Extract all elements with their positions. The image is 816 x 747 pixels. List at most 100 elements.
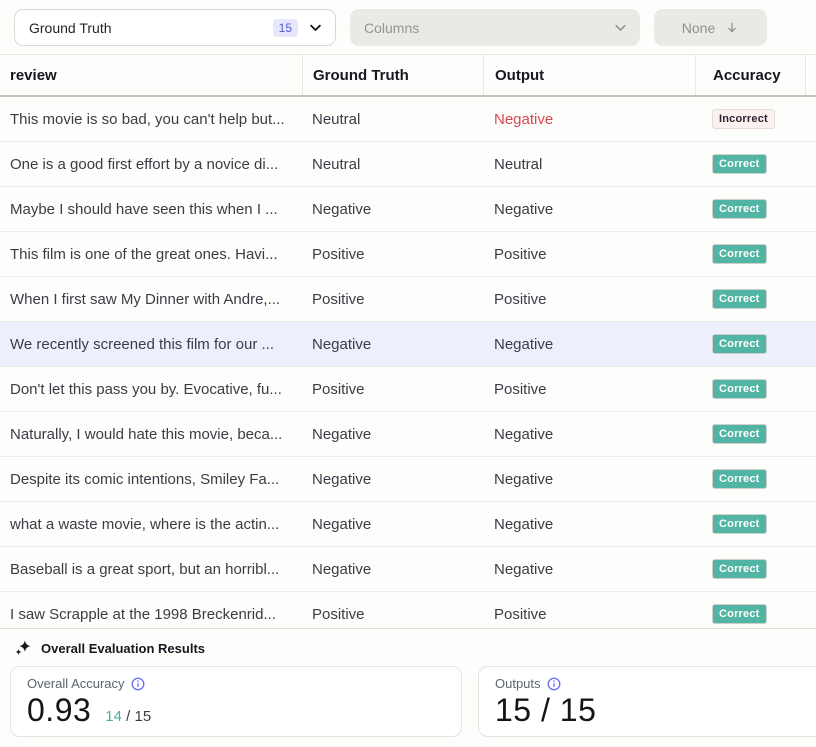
dataset-select-value: Ground Truth: [29, 20, 273, 36]
table-row[interactable]: Don't let this pass you by. Evocative, f…: [0, 367, 816, 412]
table-row[interactable]: We recently screened this film for our .…: [0, 322, 816, 367]
accuracy-badge: Correct: [712, 154, 767, 174]
output-cell: Positive: [483, 606, 695, 623]
overall-accuracy-fraction: 14 / 15: [105, 708, 151, 725]
output-cell: Positive: [483, 381, 695, 398]
accuracy-badge: Correct: [712, 244, 767, 264]
table-row[interactable]: This movie is so bad, you can't help but…: [0, 97, 816, 142]
sparkles-icon: [14, 639, 32, 657]
accuracy-cell: Correct: [695, 379, 816, 399]
toolbar: Ground Truth 15 Columns None: [0, 0, 816, 54]
output-cell: Negative: [483, 471, 695, 488]
review-cell: I saw Scrapple at the 1998 Breckenrid...: [0, 606, 302, 623]
accuracy-badge: Correct: [712, 334, 767, 354]
ground-truth-cell: Neutral: [302, 156, 483, 173]
ground-truth-cell: Positive: [302, 291, 483, 308]
accuracy-badge: Correct: [712, 199, 767, 219]
column-header-review: review: [0, 55, 302, 95]
ground-truth-cell: Negative: [302, 471, 483, 488]
review-cell: We recently screened this film for our .…: [0, 336, 302, 353]
accuracy-badge: Correct: [712, 424, 767, 444]
review-cell: what a waste movie, where is the actin..…: [0, 516, 302, 533]
overall-results-title-row: Overall Evaluation Results: [0, 629, 816, 657]
outputs-card: Outputs 15 / 15: [478, 666, 816, 737]
ground-truth-cell: Negative: [302, 516, 483, 533]
sort-button[interactable]: None: [654, 9, 767, 46]
overall-accuracy-value: 0.93: [27, 692, 91, 729]
output-cell: Negative: [483, 111, 695, 128]
output-cell: Positive: [483, 291, 695, 308]
accuracy-cell: Correct: [695, 424, 816, 444]
output-cell: Neutral: [483, 156, 695, 173]
info-icon[interactable]: [131, 677, 145, 691]
review-cell: Don't let this pass you by. Evocative, f…: [0, 381, 302, 398]
outputs-value: 15 / 15: [495, 692, 596, 729]
output-cell: Negative: [483, 426, 695, 443]
columns-select-placeholder: Columns: [364, 20, 613, 36]
review-cell: This movie is so bad, you can't help but…: [0, 111, 302, 128]
overall-results-panel: Overall Evaluation Results Overall Accur…: [0, 628, 816, 747]
ground-truth-cell: Negative: [302, 201, 483, 218]
info-icon[interactable]: [547, 677, 561, 691]
overall-results-title: Overall Evaluation Results: [41, 641, 205, 656]
table-body: This movie is so bad, you can't help but…: [0, 97, 816, 628]
table-row[interactable]: what a waste movie, where is the actin..…: [0, 502, 816, 547]
table-row[interactable]: I saw Scrapple at the 1998 Breckenrid...…: [0, 592, 816, 628]
table-row[interactable]: Baseball is a great sport, but an horrib…: [0, 547, 816, 592]
review-cell: Naturally, I would hate this movie, beca…: [0, 426, 302, 443]
output-cell: Negative: [483, 561, 695, 578]
review-cell: Baseball is a great sport, but an horrib…: [0, 561, 302, 578]
table-row[interactable]: Despite its comic intentions, Smiley Fa.…: [0, 457, 816, 502]
ground-truth-cell: Negative: [302, 561, 483, 578]
dataset-select[interactable]: Ground Truth 15: [14, 9, 336, 46]
review-cell: One is a good first effort by a novice d…: [0, 156, 302, 173]
columns-select[interactable]: Columns: [350, 9, 640, 46]
accuracy-cell: Correct: [695, 154, 816, 174]
arrow-down-icon: [725, 21, 739, 35]
accuracy-badge: Correct: [712, 469, 767, 489]
column-header-output: Output: [483, 55, 695, 95]
output-cell: Negative: [483, 336, 695, 353]
output-cell: Negative: [483, 201, 695, 218]
table-row[interactable]: When I first saw My Dinner with Andre,..…: [0, 277, 816, 322]
accuracy-cell: Correct: [695, 514, 816, 534]
accuracy-badge: Correct: [712, 604, 767, 624]
accuracy-badge: Correct: [712, 379, 767, 399]
ground-truth-cell: Positive: [302, 381, 483, 398]
accuracy-cell: Correct: [695, 559, 816, 579]
metric-cards: Overall Accuracy 0.93 14 / 15 Outputs 15…: [0, 657, 816, 737]
overall-accuracy-label: Overall Accuracy: [27, 676, 125, 691]
ground-truth-cell: Positive: [302, 606, 483, 623]
accuracy-cell: Correct: [695, 604, 816, 624]
accuracy-cell: Correct: [695, 334, 816, 354]
header-gutter: [805, 55, 816, 95]
accuracy-badge: Correct: [712, 559, 767, 579]
chevron-down-icon: [308, 20, 323, 35]
outputs-label: Outputs: [495, 676, 541, 691]
review-cell: When I first saw My Dinner with Andre,..…: [0, 291, 302, 308]
accuracy-badge: Correct: [712, 289, 767, 309]
ground-truth-cell: Negative: [302, 426, 483, 443]
chevron-down-icon: [613, 20, 628, 35]
review-cell: Despite its comic intentions, Smiley Fa.…: [0, 471, 302, 488]
table-row[interactable]: This film is one of the great ones. Havi…: [0, 232, 816, 277]
review-cell: Maybe I should have seen this when I ...: [0, 201, 302, 218]
accuracy-cell: Correct: [695, 199, 816, 219]
table-row[interactable]: One is a good first effort by a novice d…: [0, 142, 816, 187]
sort-button-label: None: [682, 20, 715, 36]
column-header-ground-truth: Ground Truth: [302, 55, 483, 95]
accuracy-cell: Correct: [695, 289, 816, 309]
row-count-badge: 15: [273, 19, 298, 37]
ground-truth-cell: Positive: [302, 246, 483, 263]
accuracy-cell: Correct: [695, 244, 816, 264]
review-cell: This film is one of the great ones. Havi…: [0, 246, 302, 263]
table-row[interactable]: Maybe I should have seen this when I ...…: [0, 187, 816, 232]
table-row[interactable]: Naturally, I would hate this movie, beca…: [0, 412, 816, 457]
accuracy-badge: Correct: [712, 514, 767, 534]
accuracy-cell: Incorrect: [695, 109, 816, 129]
accuracy-cell: Correct: [695, 469, 816, 489]
ground-truth-cell: Negative: [302, 336, 483, 353]
overall-accuracy-card: Overall Accuracy 0.93 14 / 15: [10, 666, 462, 737]
output-cell: Negative: [483, 516, 695, 533]
output-cell: Positive: [483, 246, 695, 263]
